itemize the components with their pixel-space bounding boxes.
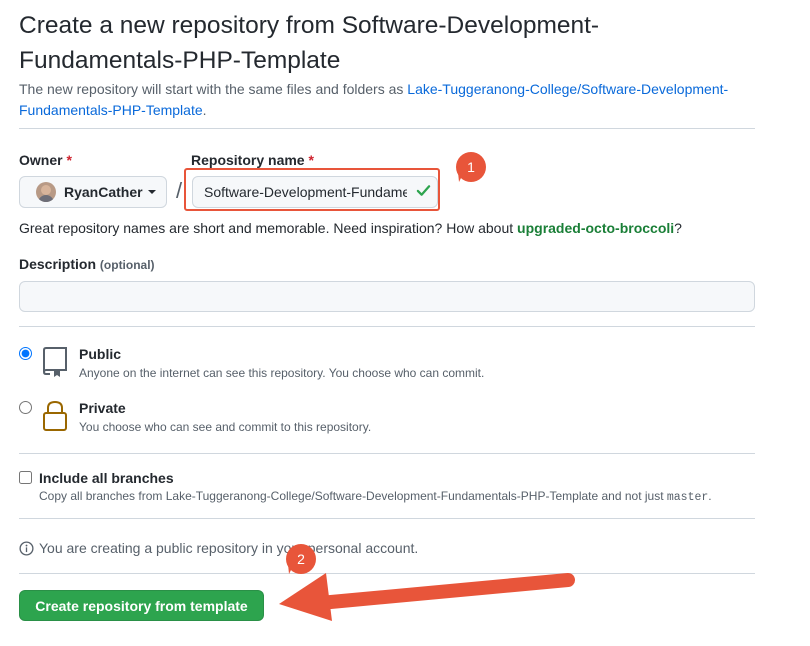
branches-desc-text: Copy all branches from Lake-Tuggeranong-… xyxy=(39,489,667,503)
public-repository-notice: You are creating a public repository in … xyxy=(39,540,419,556)
divider xyxy=(19,326,755,327)
owner-value: RyanCather xyxy=(64,184,143,200)
public-option-title[interactable]: Public xyxy=(79,346,121,362)
create-repository-button[interactable]: Create repository from template xyxy=(19,590,264,621)
divider xyxy=(19,518,755,519)
page-subtitle: The new repository will start with the s… xyxy=(19,79,759,121)
description-label-text: Description xyxy=(19,256,97,272)
owner-label-text: Owner xyxy=(19,152,63,168)
annotation-arrow xyxy=(279,573,575,621)
owner-repo-separator: / xyxy=(176,178,183,203)
repo-icon xyxy=(43,347,67,377)
include-branches-checkbox[interactable] xyxy=(19,471,32,484)
divider xyxy=(19,128,755,129)
info-icon xyxy=(19,541,34,556)
description-label: Description (optional) xyxy=(19,256,155,272)
required-mark: * xyxy=(308,152,314,168)
private-option-description: You choose who can see and commit to thi… xyxy=(79,420,372,434)
public-radio[interactable] xyxy=(19,347,32,360)
optional-label: (optional) xyxy=(99,258,155,272)
annotation-pointer xyxy=(458,172,464,182)
repository-label-text: Repository name xyxy=(191,152,305,168)
owner-label: Owner * xyxy=(19,152,72,168)
required-mark: * xyxy=(66,152,72,168)
lock-icon xyxy=(43,400,67,431)
public-option-description: Anyone on the internet can see this repo… xyxy=(79,366,485,380)
subtitle-suffix: . xyxy=(202,102,207,118)
triangle-down-icon xyxy=(147,190,156,194)
suggested-name[interactable]: upgraded-octo-broccoli xyxy=(517,220,674,236)
avatar xyxy=(36,182,56,202)
include-branches-title[interactable]: Include all branches xyxy=(39,470,174,486)
branches-desc-suffix: . xyxy=(708,489,712,503)
default-branch-code: master xyxy=(666,491,709,504)
repository-name-label: Repository name * xyxy=(191,152,314,168)
description-input[interactable] xyxy=(19,281,755,312)
annotation-highlight-box xyxy=(184,168,440,211)
page-title: Create a new repository from Software-De… xyxy=(19,12,600,74)
subtitle-prefix: The new repository will start with the s… xyxy=(19,81,408,97)
hint-suffix: ? xyxy=(674,220,682,236)
divider xyxy=(19,453,755,454)
private-radio[interactable] xyxy=(19,401,32,414)
private-option-title[interactable]: Private xyxy=(79,400,126,416)
owner-dropdown[interactable]: RyanCather xyxy=(19,176,167,208)
hint-text: Great repository names are short and mem… xyxy=(19,220,518,236)
repository-name-hint: Great repository names are short and mem… xyxy=(19,218,682,239)
include-branches-description: Copy all branches from Lake-Tuggeranong-… xyxy=(39,489,712,504)
